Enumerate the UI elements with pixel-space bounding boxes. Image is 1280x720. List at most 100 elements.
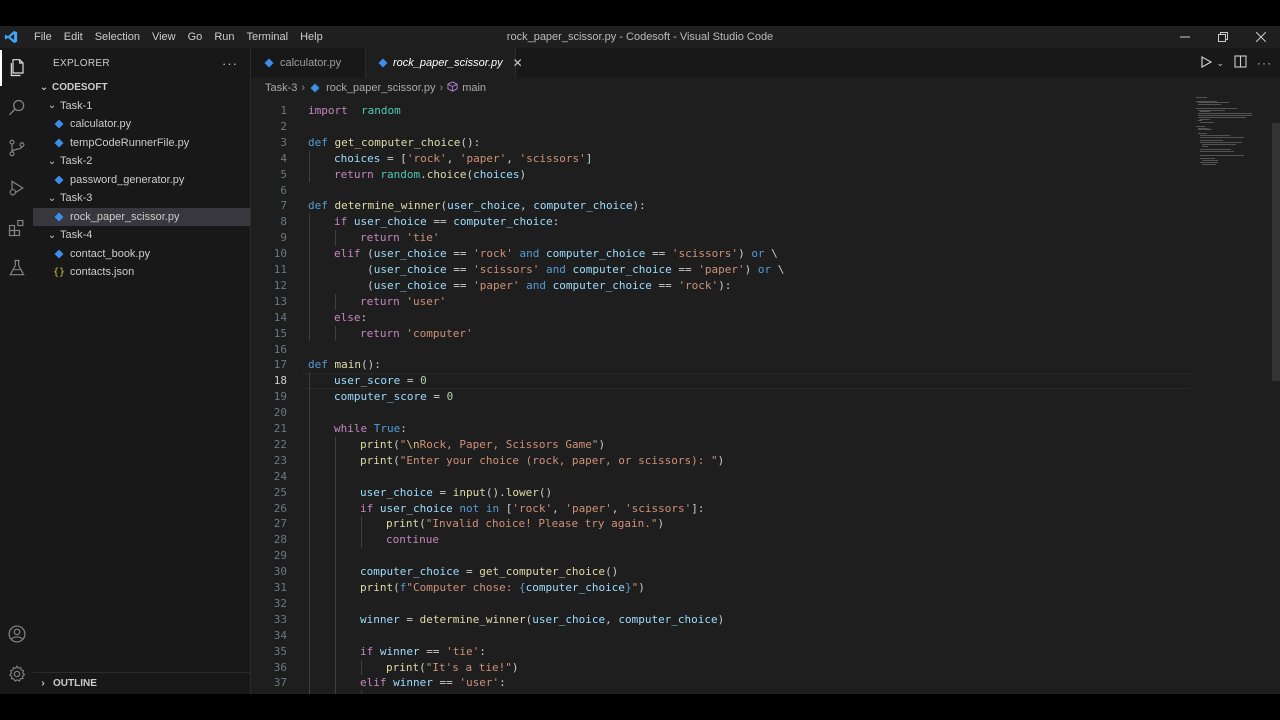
source-control-icon[interactable]: [0, 130, 33, 166]
code-token: ]: [585, 151, 593, 165]
minimap-line: [1196, 97, 1208, 98]
explorer-icon[interactable]: [0, 50, 33, 86]
code-token: ,: [519, 199, 534, 213]
code-token: ==: [645, 247, 672, 261]
code-text: print("Invalid choice! Please try again.…: [386, 516, 664, 532]
code-token: or: [757, 263, 772, 276]
workspace-root[interactable]: ⌄ CODESOFT: [33, 78, 250, 97]
file-item[interactable]: tempCodeRunnerFile.py: [33, 134, 250, 153]
minimap-line: [1200, 154, 1244, 156]
code-line: 4 choices = ['rock', 'paper', 'scissors']: [251, 151, 1271, 167]
folder-item[interactable]: ⌄ Task-3: [33, 189, 250, 208]
breadcrumb: Task-3 › rock_paper_scissor.py › main: [251, 78, 1280, 97]
line-number: 33: [273, 612, 287, 626]
code-token: 'computer': [406, 326, 473, 340]
folder-item[interactable]: ⌄ Task-2: [33, 152, 250, 171]
code-line: 36 print("It's a tie!"): [251, 660, 1271, 676]
chevron-right-icon: ›: [41, 678, 45, 689]
menu-go[interactable]: Go: [182, 26, 209, 48]
code-line: 28 continue: [251, 532, 1271, 548]
minimize-icon[interactable]: [1166, 26, 1204, 48]
menu-edit[interactable]: Edit: [58, 26, 89, 48]
code-token: determine_winner: [334, 199, 441, 213]
code-line: 10 elif (user_choice == 'rock' and comput…: [251, 246, 1271, 262]
file-item[interactable]: calculator.py: [33, 115, 250, 134]
scrollbar-thumb[interactable]: [1272, 123, 1280, 381]
code-token: :: [360, 310, 368, 324]
code-token: computer_score: [334, 390, 427, 404]
code-token: ():: [361, 358, 381, 372]
code-token: def: [308, 199, 328, 213]
manage-gear-icon[interactable]: [0, 656, 33, 692]
menu-help[interactable]: Help: [294, 26, 329, 48]
testing-icon[interactable]: [0, 250, 33, 286]
code-text: def main():: [308, 357, 381, 373]
file-item[interactable]: password_generator.py: [33, 171, 250, 190]
code-token: 'rock': [512, 501, 553, 515]
line-number: 16: [273, 342, 287, 356]
tab-calculator-py[interactable]: calculator.py: [251, 48, 366, 78]
line-number: 36: [273, 660, 287, 674]
code-token: ]:: [691, 501, 705, 515]
code-token: user_choice: [379, 501, 453, 515]
file-label: contacts.json: [70, 266, 135, 279]
line-number: 7: [280, 199, 287, 213]
close-tab-icon[interactable]: ✕: [513, 56, 523, 70]
account-icon[interactable]: [0, 616, 33, 652]
run-debug-icon[interactable]: [0, 170, 33, 206]
vertical-scrollbar[interactable]: [1272, 97, 1280, 694]
line-number: 20: [273, 406, 287, 420]
code-token: ==: [446, 247, 474, 261]
restore-icon[interactable]: [1204, 26, 1242, 48]
code-line: 25 user_choice = input().lower(): [251, 485, 1271, 501]
code-token: \: [771, 263, 785, 276]
code-token: return: [360, 326, 400, 340]
line-number: 29: [273, 549, 287, 563]
file-item[interactable]: rock_paper_scissor.py: [33, 207, 250, 226]
code-token: elif: [334, 247, 361, 261]
code-token: def: [308, 135, 328, 149]
code-token: "It's a tie!": [425, 660, 512, 674]
line-number: 24: [273, 469, 287, 483]
code-line: 17 def main():: [251, 357, 1271, 373]
code-text: if user_choice not in ['rock', 'paper', …: [360, 501, 704, 517]
outline-label: OUTLINE: [53, 678, 97, 689]
breadcrumb-file[interactable]: rock_paper_scissor.py: [326, 82, 435, 94]
extensions-icon[interactable]: [0, 210, 33, 246]
code-token: user_score: [334, 374, 401, 388]
workspace-root-label: CODESOFT: [52, 81, 108, 93]
menu-terminal[interactable]: Terminal: [241, 26, 295, 48]
code-text: if user_choice == computer_choice:: [334, 214, 559, 230]
code-token: random: [361, 104, 401, 117]
folder-item[interactable]: ⌄ Task-1: [33, 97, 250, 116]
python-file-icon: [53, 137, 65, 149]
code-text: choices = ['rock', 'paper', 'scissors']: [334, 151, 592, 167]
more-actions-icon[interactable]: ···: [222, 56, 238, 71]
outline-section[interactable]: › OUTLINE: [33, 672, 250, 694]
editor-more-actions-icon[interactable]: ···: [1257, 56, 1272, 70]
search-icon[interactable]: [0, 90, 33, 126]
menu-run[interactable]: Run: [208, 26, 240, 48]
breadcrumb-folder[interactable]: Task-3: [265, 82, 297, 94]
menu-file[interactable]: File: [28, 26, 58, 48]
file-item[interactable]: {} contacts.json: [33, 263, 250, 282]
close-window-icon[interactable]: [1242, 26, 1280, 48]
code-token: ,: [506, 151, 520, 165]
breadcrumb-symbol[interactable]: main: [462, 82, 486, 94]
code-token: [: [499, 501, 513, 515]
split-editor-icon[interactable]: [1234, 55, 1247, 71]
folder-item[interactable]: ⌄ Task-4: [33, 226, 250, 245]
menu-view[interactable]: View: [146, 26, 182, 48]
run-dropdown-icon[interactable]: ⌄: [1216, 58, 1224, 69]
code-editor[interactable]: 1 import random 2 3 def get_computer_choice(…: [251, 97, 1280, 694]
file-item[interactable]: contact_book.py: [33, 245, 250, 264]
code-token: ): [657, 517, 665, 531]
minimap[interactable]: [1196, 97, 1266, 177]
line-number: 12: [273, 278, 287, 292]
run-file-icon[interactable]: [1200, 55, 1213, 71]
code-line: 37 elif winner == 'user':: [251, 675, 1271, 691]
menu-selection[interactable]: Selection: [89, 26, 146, 48]
tab-rock-paper-scissor-py[interactable]: rock_paper_scissor.py ✕: [366, 48, 523, 78]
activity-bar: [0, 48, 33, 694]
